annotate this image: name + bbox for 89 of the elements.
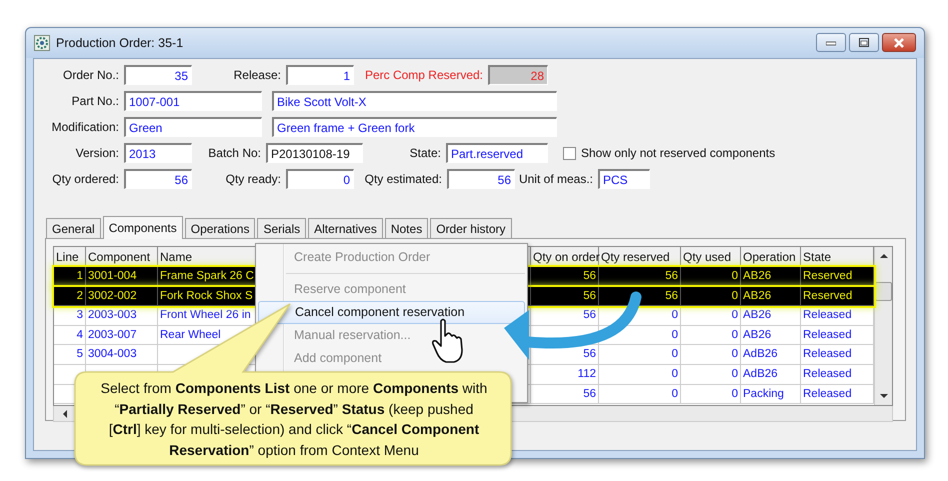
table-cell[interactable]: 0 bbox=[681, 286, 741, 306]
field-label: Part No.: bbox=[70, 94, 120, 108]
window-title: Production Order: 35-1 bbox=[56, 36, 184, 50]
table-cell[interactable]: 3 bbox=[54, 306, 86, 326]
field-label: Batch No: bbox=[207, 146, 262, 160]
minimize-icon bbox=[826, 40, 836, 46]
table-cell[interactable]: 56 bbox=[531, 384, 599, 404]
table-cell[interactable]: 2003-003 bbox=[86, 306, 158, 326]
input-field[interactable]: P20130108-19 bbox=[266, 143, 363, 163]
table-cell[interactable]: AdB26 bbox=[741, 364, 801, 385]
table-cell[interactable]: 5 bbox=[54, 345, 86, 365]
table-cell[interactable]: 2003-007 bbox=[86, 326, 158, 346]
field-label: State: bbox=[408, 146, 442, 160]
input-field[interactable]: Part.reserved bbox=[446, 143, 548, 163]
table-cell[interactable]: 112 bbox=[531, 364, 599, 385]
table-cell[interactable]: 0 bbox=[681, 326, 741, 346]
table-cell[interactable]: 0 bbox=[681, 364, 741, 385]
input-field[interactable]: 56 bbox=[124, 169, 192, 189]
table-cell[interactable]: 0 bbox=[681, 384, 741, 404]
table-cell[interactable]: 1 bbox=[54, 267, 86, 287]
tab[interactable]: Operations bbox=[184, 218, 256, 238]
table-cell[interactable]: AB26 bbox=[741, 267, 801, 287]
checkbox-label: Show only not reserved components bbox=[580, 146, 776, 160]
table-cell[interactable]: Reserved bbox=[801, 286, 874, 306]
table-cell[interactable]: AB26 bbox=[741, 286, 801, 306]
minimize-button[interactable] bbox=[816, 33, 846, 52]
table-cell[interactable]: AB26 bbox=[741, 326, 801, 346]
table-cell[interactable]: 4 bbox=[54, 326, 86, 346]
field-label: Unit of meas.: bbox=[518, 172, 594, 186]
table-cell[interactable]: 0 bbox=[599, 345, 681, 365]
scroll-thumb[interactable] bbox=[875, 282, 892, 300]
table-cell[interactable]: AdB26 bbox=[741, 345, 801, 365]
table-cell[interactable]: 3004-003 bbox=[86, 345, 158, 365]
field-label: Order No.: bbox=[62, 68, 120, 82]
close-button[interactable] bbox=[882, 33, 916, 52]
field-label: Version: bbox=[74, 146, 120, 160]
menu-item[interactable]: Cancel component reservation bbox=[258, 301, 525, 324]
input-field[interactable]: 35 bbox=[124, 65, 192, 85]
input-field[interactable]: 1 bbox=[286, 65, 354, 85]
table-cell[interactable]: 2 bbox=[54, 286, 86, 306]
field-label: Qty ready: bbox=[224, 172, 282, 186]
table-cell[interactable]: 3002-002 bbox=[86, 286, 158, 306]
input-field[interactable]: Green bbox=[124, 117, 262, 137]
table-cell[interactable]: 0 bbox=[599, 306, 681, 326]
input-field[interactable]: PCS bbox=[598, 169, 650, 189]
tab[interactable]: Order history bbox=[430, 218, 512, 238]
maximize-icon bbox=[859, 38, 869, 47]
table-cell[interactable]: 56 bbox=[531, 306, 599, 326]
tab[interactable]: Components bbox=[102, 216, 183, 239]
vertical-scrollbar[interactable] bbox=[874, 247, 892, 405]
table-cell[interactable]: 0 bbox=[681, 267, 741, 287]
scroll-up-icon bbox=[880, 253, 888, 259]
input-field[interactable]: Green frame + Green fork bbox=[272, 117, 557, 137]
table-cell[interactable]: 0 bbox=[681, 306, 741, 326]
table-cell[interactable]: 0 bbox=[599, 326, 681, 346]
gear-cluster-icon bbox=[34, 35, 50, 51]
field-label: Release: bbox=[232, 68, 282, 82]
callout-text: Select from Components List one or more Components with “Partially Reserved” or “Reserved” Status (keep pushed [Ctrl] key for multi-selection) and click “Cancel Component Reservation” option from Context Menu bbox=[100, 379, 488, 460]
table-cell[interactable]: 3001-004 bbox=[86, 267, 158, 287]
table-cell[interactable]: AB26 bbox=[741, 306, 801, 326]
input-field[interactable]: 56 bbox=[447, 169, 515, 189]
checkbox[interactable] bbox=[563, 146, 576, 160]
input-field[interactable]: 1007-001 bbox=[124, 91, 262, 111]
field-label: Modification: bbox=[50, 120, 120, 134]
input-field[interactable]: 0 bbox=[286, 169, 354, 189]
table-cell[interactable]: Reserved bbox=[801, 267, 874, 287]
table-cell[interactable]: 56 bbox=[599, 267, 681, 287]
tab[interactable]: Alternatives bbox=[308, 218, 383, 238]
field-label: Qty ordered: bbox=[51, 172, 120, 186]
table-cell[interactable]: 0 bbox=[599, 364, 681, 385]
scroll-left-icon bbox=[62, 410, 68, 418]
table-cell[interactable]: 56 bbox=[531, 345, 599, 365]
close-icon bbox=[893, 38, 905, 48]
field-label: Qty estimated: bbox=[364, 172, 443, 186]
hand-cursor-icon bbox=[432, 318, 466, 364]
tab[interactable]: Serials bbox=[257, 218, 306, 238]
table-cell[interactable]: 0 bbox=[681, 345, 741, 365]
tab[interactable]: General bbox=[46, 218, 101, 238]
scroll-down-icon bbox=[880, 393, 888, 399]
table-cell[interactable]: 0 bbox=[599, 384, 681, 404]
table-cell[interactable]: 56 bbox=[531, 286, 599, 306]
input-field[interactable]: 2013 bbox=[124, 143, 192, 163]
table-cell[interactable]: 56 bbox=[599, 286, 681, 306]
table-cell[interactable]: Packing bbox=[741, 384, 801, 404]
tab[interactable]: Notes bbox=[384, 218, 428, 238]
maximize-button[interactable] bbox=[849, 33, 879, 52]
table-cell[interactable]: 56 bbox=[531, 267, 599, 287]
field-label: Perc Comp Reserved: bbox=[364, 68, 484, 82]
input-field[interactable]: Bike Scott Volt-X bbox=[272, 91, 557, 111]
